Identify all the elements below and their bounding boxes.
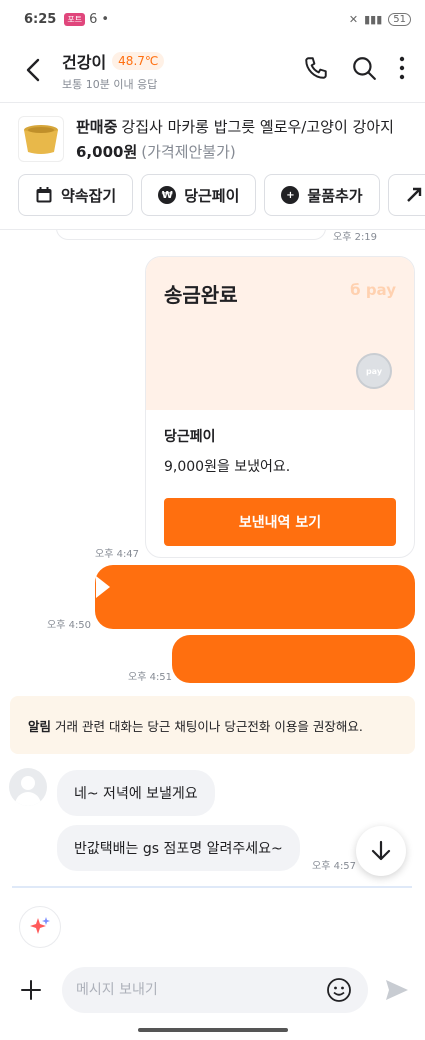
more-action-button[interactable] — [387, 174, 425, 216]
gesture-bar — [0, 1025, 425, 1040]
bubble-tail — [96, 576, 110, 598]
dot-icon: • — [101, 11, 110, 27]
ai-assist-button[interactable] — [19, 906, 61, 948]
safety-notice: 알림 거래 관련 대화는 당근 채팅이나 당근전화 이용을 권장해요. — [10, 696, 415, 754]
product-thumbnail — [18, 115, 64, 162]
composer — [0, 955, 425, 1025]
pay-card-title: 송금완료 — [164, 283, 238, 307]
product-title-row: 판매중 강집사 마카롱 밥그릇 옐로우/고양이 강아지 — [76, 116, 406, 137]
arrow-icon — [406, 187, 421, 202]
chat-area[interactable]: 오후 2:19 송금완료 б pay pay 당근페이 9,000원을 보냈어요… — [0, 230, 425, 895]
response-time: 보통 10분 이내 응답 — [62, 77, 158, 91]
message-time: 오후 4:50 — [47, 620, 92, 631]
message-input[interactable] — [76, 982, 316, 998]
more-icon — [399, 56, 405, 80]
app-badge: 포트 — [64, 12, 86, 26]
schedule-label: 약속잡기 — [61, 186, 117, 205]
chat-header: 건강이 48.7℃ 보통 10분 이내 응답 — [0, 38, 425, 102]
plus-icon — [21, 980, 41, 1000]
won-icon: ₩ — [158, 186, 177, 204]
status-time: 6:25 — [24, 11, 57, 27]
sale-status: 판매중 — [76, 117, 118, 136]
redacted-message — [172, 635, 415, 683]
battery-icon: 51 — [388, 12, 411, 26]
pay-description: 9,000원을 보냈어요. — [164, 459, 291, 475]
redacted-message — [95, 565, 415, 629]
system-icons: ✕ ▮▮▮ 51 — [348, 12, 411, 26]
karrot-pay-label: 당근페이 — [184, 186, 240, 205]
notice-text: 거래 관련 대화는 당근 채팅이나 당근전화 이용을 권장해요. — [55, 718, 363, 734]
call-button[interactable] — [303, 55, 329, 85]
add-item-button[interactable]: + 물품추가 — [264, 174, 380, 216]
mute-icon: ✕ — [348, 12, 359, 26]
message-time: 오후 4:47 — [95, 549, 140, 560]
emoji-icon[interactable] — [326, 977, 352, 1003]
pay-logo-text: pay — [365, 281, 396, 299]
message-time: 오후 4:51 — [128, 672, 173, 683]
suggestion-area — [0, 895, 425, 955]
scroll-to-bottom-button[interactable] — [356, 826, 406, 876]
plus-circle-icon: + — [281, 186, 300, 204]
pay-logo: б pay — [350, 281, 396, 299]
search-button[interactable] — [351, 55, 377, 85]
chat-partner-info[interactable]: 건강이 48.7℃ 보통 10분 이내 응답 — [62, 49, 165, 92]
partner-name: 건강이 — [62, 52, 107, 72]
calendar-icon — [36, 187, 52, 203]
previous-message-bubble — [56, 230, 326, 240]
incoming-message: 반값택배는 gs 점포명 알려주세요~ — [57, 825, 300, 871]
notification-icons: 포트 6 • — [64, 12, 109, 27]
send-button[interactable] — [384, 977, 410, 1003]
product-title: 강집사 마카롱 밥그릇 옐로우/고양이 강아지 — [121, 117, 394, 136]
more-button[interactable] — [399, 56, 405, 84]
schedule-button[interactable]: 약속잡기 — [18, 174, 134, 216]
price-negotiation: (가격제안불가) — [141, 142, 236, 161]
attach-button[interactable] — [18, 977, 44, 1003]
search-icon — [353, 57, 376, 80]
product-price: 6,000원 — [76, 142, 138, 161]
pay-logo-mark: б — [350, 281, 366, 299]
manner-temperature-badge: 48.7℃ — [112, 51, 165, 70]
signal-icon: ▮▮▮ — [364, 12, 383, 26]
action-bar: 약속잡기 ₩ 당근페이 + 물품추가 — [0, 174, 425, 230]
karrot-pay-button[interactable]: ₩ 당근페이 — [141, 174, 257, 216]
avatar[interactable] — [9, 768, 47, 806]
notice-tag: 알림 — [28, 718, 52, 734]
product-summary[interactable]: 판매중 강집사 마카롱 밥그릇 옐로우/고양이 강아지 6,000원 (가격제안불가… — [0, 102, 425, 174]
divider — [12, 886, 412, 888]
message-time: 오후 4:57 — [312, 861, 357, 872]
status-bar: 6:25 포트 6 • ✕ ▮▮▮ 51 — [0, 0, 425, 38]
add-item-label: 물품추가 — [307, 186, 363, 205]
pay-service-name: 당근페이 — [164, 429, 216, 445]
chevron-down-icon — [371, 840, 391, 861]
phone-icon — [305, 57, 327, 79]
pay-transfer-card[interactable]: 송금완료 б pay pay 당근페이 9,000원을 보냈어요. 보낸내역 보… — [145, 256, 415, 558]
notification-count: 6 — [89, 11, 98, 27]
coin-icon: pay — [356, 353, 392, 389]
message-time: 오후 2:19 — [333, 232, 378, 243]
send-icon — [386, 980, 408, 1000]
sparkle-icon — [30, 917, 50, 934]
back-button[interactable] — [18, 55, 48, 85]
message-input-wrapper — [62, 967, 368, 1013]
view-transfer-history-button[interactable]: 보낸내역 보기 — [164, 498, 396, 546]
incoming-message: 네~ 저녁에 보낼게요 — [57, 770, 215, 816]
back-icon — [26, 58, 40, 82]
